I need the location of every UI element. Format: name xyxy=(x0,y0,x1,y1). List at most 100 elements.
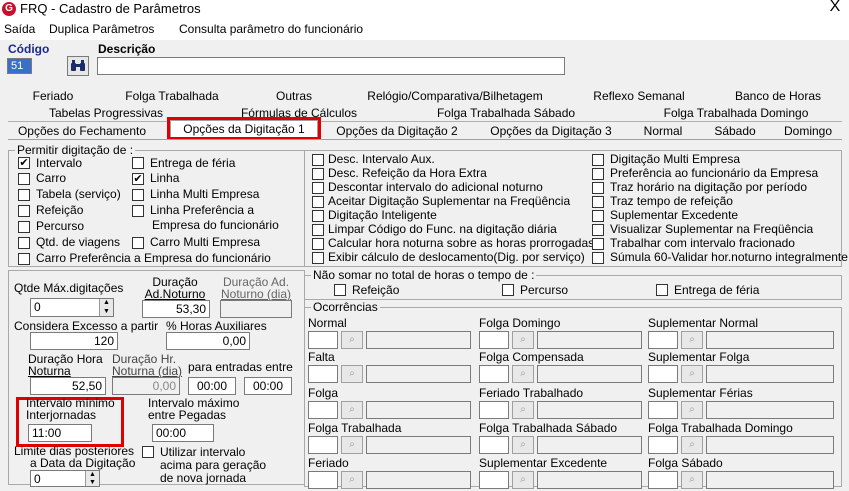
checkbox-opt-mid-2[interactable] xyxy=(312,182,324,194)
tab-sabado[interactable]: Sábado xyxy=(706,123,764,140)
binoculars-icon[interactable]: ⌕ xyxy=(681,436,703,454)
qtde-max-spinner[interactable]: ▲ ▼ xyxy=(99,299,113,316)
binoculars-icon[interactable]: ⌕ xyxy=(681,365,703,383)
checkbox-ns-refeicao[interactable] xyxy=(334,284,346,296)
checkbox-opt-right-7[interactable] xyxy=(592,252,604,264)
checkbox-opt-mid-6[interactable] xyxy=(312,238,324,250)
menu-saida[interactable]: Saída xyxy=(4,22,35,36)
tab-opcoes-digitacao-2[interactable]: Opções da Digitação 2 xyxy=(332,123,462,140)
binoculars-icon[interactable]: ⌕ xyxy=(512,436,534,454)
ocorrencia-desc-field xyxy=(366,365,471,383)
codigo-input[interactable]: 51 xyxy=(7,58,32,74)
checkbox-opt-right-1[interactable] xyxy=(592,168,604,180)
entradas-from-input[interactable]: 00:00 xyxy=(188,377,236,395)
checkbox-opt-right-4[interactable] xyxy=(592,210,604,222)
label-ns-refeicao: Refeição xyxy=(352,283,400,297)
checkbox-entrega-feria[interactable] xyxy=(132,157,144,169)
checkbox-opt-right-0[interactable] xyxy=(592,154,604,166)
ocorrencia-code-input[interactable] xyxy=(308,331,338,349)
tab-opcoes-fechamento[interactable]: Opções do Fechamento xyxy=(14,123,150,140)
tab-folga-trabalhada[interactable]: Folga Trabalhada xyxy=(120,88,224,105)
tab-feriado[interactable]: Feriado xyxy=(28,88,78,105)
checkbox-carro[interactable] xyxy=(18,173,30,185)
checkbox-opt-right-3[interactable] xyxy=(592,196,604,208)
ocorrencia-code-input[interactable] xyxy=(648,436,678,454)
ocorrencia-code-input[interactable] xyxy=(479,471,509,489)
ocorrencia-code-input[interactable] xyxy=(308,436,338,454)
binoculars-icon[interactable]: ⌕ xyxy=(681,331,703,349)
binoculars-icon[interactable]: ⌕ xyxy=(681,401,703,419)
tab-domingo[interactable]: Domingo xyxy=(776,123,840,140)
binoculars-icon[interactable]: ⌕ xyxy=(341,365,363,383)
checkbox-ns-percurso[interactable] xyxy=(502,284,514,296)
ocorrencia-code-input[interactable] xyxy=(648,401,678,419)
binoculars-icon[interactable]: ⌕ xyxy=(341,401,363,419)
checkbox-opt-right-5[interactable] xyxy=(592,224,604,236)
tab-reflexo-semanal[interactable]: Reflexo Semanal xyxy=(586,88,692,105)
dur-ad-not-input[interactable]: 53,30 xyxy=(142,300,210,318)
checkbox-opt-mid-7[interactable] xyxy=(312,252,324,264)
checkbox-carro-preferencia[interactable] xyxy=(18,253,30,265)
ocorrencia-code-input[interactable] xyxy=(648,471,678,489)
perc-aux-input[interactable]: 0,00 xyxy=(166,332,250,350)
ocorrencia-code-input[interactable] xyxy=(648,365,678,383)
menu-duplica-parametros[interactable]: Duplica Parâmetros xyxy=(49,22,154,36)
dur-hora-not-label-2: Noturna xyxy=(28,364,71,378)
checkbox-utilizar-intervalo[interactable] xyxy=(142,446,154,458)
binoculars-icon[interactable]: ⌕ xyxy=(341,471,363,489)
binoculars-icon[interactable]: ⌕ xyxy=(512,401,534,419)
considera-input[interactable]: 120 xyxy=(30,332,118,350)
binoculars-icon[interactable]: ⌕ xyxy=(341,436,363,454)
ocorrencia-code-input[interactable] xyxy=(648,331,678,349)
checkbox-intervalo[interactable]: ✔ xyxy=(18,157,30,169)
checkbox-linha-preferencia[interactable] xyxy=(132,205,144,217)
int-min-input[interactable]: 11:00 xyxy=(28,424,92,442)
binoculars-icon[interactable]: ⌕ xyxy=(512,365,534,383)
tab-outras[interactable]: Outras xyxy=(272,88,316,105)
binoculars-icon[interactable]: ⌕ xyxy=(341,331,363,349)
checkbox-percurso[interactable] xyxy=(18,221,30,233)
checkbox-ns-entrega-feria[interactable] xyxy=(656,284,668,296)
checkbox-carro-multi-empresa[interactable] xyxy=(132,237,144,249)
tab-folga-trab-domingo[interactable]: Folga Trabalhada Domingo xyxy=(654,105,818,122)
ocorrencia-code-input[interactable] xyxy=(479,331,509,349)
ocorrencia-code-input[interactable] xyxy=(479,401,509,419)
checkbox-opt-mid-5[interactable] xyxy=(312,224,324,236)
ocorrencia-code-input[interactable] xyxy=(479,436,509,454)
tab-folga-trab-sabado[interactable]: Folga Trabalhada Sábado xyxy=(430,105,582,122)
ocorrencia-code-input[interactable] xyxy=(308,365,338,383)
tab-relogio[interactable]: Relógio/Comparativa/Bilhetagem xyxy=(360,88,550,105)
checkbox-opt-right-2[interactable] xyxy=(592,182,604,194)
checkbox-refeicao[interactable] xyxy=(18,205,30,217)
checkbox-opt-mid-0[interactable] xyxy=(312,154,324,166)
checkbox-opt-mid-1[interactable] xyxy=(312,168,324,180)
ocorrencia-code-input[interactable] xyxy=(308,471,338,489)
binoculars-icon[interactable] xyxy=(67,56,89,76)
tab-banco-de-horas[interactable]: Banco de Horas xyxy=(730,88,826,105)
checkbox-linha[interactable]: ✔ xyxy=(132,173,144,185)
ocorrencia-desc-field xyxy=(537,365,642,383)
binoculars-icon[interactable]: ⌕ xyxy=(512,331,534,349)
binoculars-icon[interactable]: ⌕ xyxy=(512,471,534,489)
checkbox-linha-multi-empresa[interactable] xyxy=(132,189,144,201)
close-icon[interactable]: X xyxy=(824,0,846,18)
ocorrencia-desc-field xyxy=(366,331,471,349)
ocorrencias-title: Ocorrências xyxy=(311,300,380,314)
checkbox-opt-mid-4[interactable] xyxy=(312,210,324,222)
entradas-to-input[interactable]: 00:00 xyxy=(244,377,292,395)
tab-tabelas-progressivas[interactable]: Tabelas Progressivas xyxy=(38,105,174,122)
int-max-input[interactable]: 00:00 xyxy=(152,424,214,442)
tab-normal[interactable]: Normal xyxy=(636,123,690,140)
checkbox-tabela-servico[interactable] xyxy=(18,189,30,201)
dur-hora-not-input[interactable]: 52,50 xyxy=(30,377,106,395)
checkbox-opt-mid-3[interactable] xyxy=(312,196,324,208)
checkbox-opt-right-6[interactable] xyxy=(592,238,604,250)
menu-consulta-parametro[interactable]: Consulta parâmetro do funcionário xyxy=(179,22,363,36)
binoculars-icon[interactable]: ⌕ xyxy=(681,471,703,489)
descricao-input[interactable] xyxy=(97,57,565,75)
ocorrencia-code-input[interactable] xyxy=(479,365,509,383)
checkbox-qtd-viagens[interactable] xyxy=(18,237,30,249)
limite-spinner[interactable]: ▲ ▼ xyxy=(85,471,99,486)
tab-opcoes-digitacao-3[interactable]: Opções da Digitação 3 xyxy=(486,123,616,140)
ocorrencia-code-input[interactable] xyxy=(308,401,338,419)
